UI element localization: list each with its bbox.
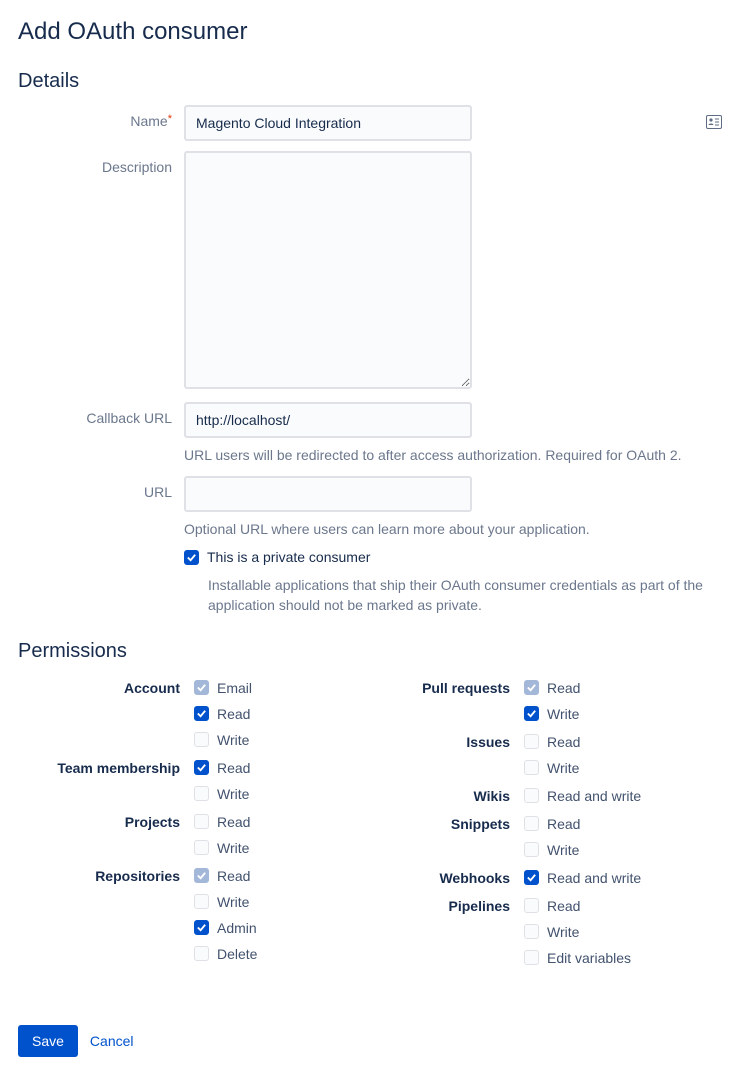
perm-group-label: Wikis: [348, 783, 524, 809]
perm-checkbox[interactable]: [524, 898, 539, 913]
perm-group-label: Issues: [348, 729, 524, 781]
description-textarea[interactable]: [184, 151, 472, 389]
description-label: Description: [18, 151, 184, 392]
callback-url-input[interactable]: [184, 402, 472, 438]
perm-checkbox[interactable]: [194, 920, 209, 935]
perm-checkbox[interactable]: [524, 706, 539, 721]
page-title: Add OAuth consumer: [18, 18, 732, 46]
perm-option-label: Read: [547, 734, 580, 750]
perm-option-label: Write: [217, 840, 249, 856]
perm-checkbox[interactable]: [524, 734, 539, 749]
perm-option-label: Read: [217, 814, 250, 830]
url-input[interactable]: [184, 476, 472, 512]
perm-group-label: Projects: [18, 809, 194, 861]
perm-option-label: Write: [547, 924, 579, 940]
perm-checkbox[interactable]: [524, 924, 539, 939]
private-consumer-help: Installable applications that ship their…: [208, 575, 732, 616]
perm-group-label: Pipelines: [348, 893, 524, 971]
perm-option-label: Write: [217, 732, 249, 748]
perm-option-label: Read: [547, 898, 580, 914]
perm-option-label: Write: [217, 786, 249, 802]
perm-group-label: Team membership: [18, 755, 194, 807]
perm-checkbox[interactable]: [524, 760, 539, 775]
perm-checkbox[interactable]: [524, 950, 539, 965]
private-consumer-checkbox[interactable]: [184, 550, 199, 565]
perm-option-label: Write: [547, 706, 579, 722]
url-help: Optional URL where users can learn more …: [184, 520, 732, 540]
section-details: Details: [18, 70, 732, 93]
perm-group-label: Account: [18, 675, 194, 753]
perm-checkbox[interactable]: [524, 870, 539, 885]
perm-group-label: Snippets: [348, 811, 524, 863]
perm-checkbox: [194, 868, 209, 883]
perm-option-label: Delete: [217, 946, 257, 962]
perm-group-label: Pull requests: [348, 675, 524, 727]
perm-option-label: Read and write: [547, 870, 641, 886]
perm-checkbox: [194, 680, 209, 695]
perm-checkbox[interactable]: [194, 946, 209, 961]
perm-option-label: Edit variables: [547, 950, 631, 966]
callback-url-label: Callback URL: [18, 402, 184, 466]
perm-checkbox[interactable]: [524, 788, 539, 803]
perm-checkbox[interactable]: [194, 786, 209, 801]
perm-checkbox[interactable]: [524, 816, 539, 831]
perm-option-label: Write: [547, 842, 579, 858]
perm-group-label: Webhooks: [348, 865, 524, 891]
perm-option-label: Read: [217, 760, 250, 776]
perm-checkbox: [524, 680, 539, 695]
perm-option-label: Write: [547, 760, 579, 776]
perm-option-label: Read: [217, 706, 250, 722]
name-input[interactable]: [184, 105, 472, 141]
perm-option-label: Read: [217, 868, 250, 884]
perm-checkbox[interactable]: [194, 840, 209, 855]
callback-url-help: URL users will be redirected to after ac…: [184, 446, 732, 466]
perm-option-label: Write: [217, 894, 249, 910]
perm-option-label: Admin: [217, 920, 257, 936]
perm-option-label: Email: [217, 680, 252, 696]
perm-checkbox[interactable]: [194, 814, 209, 829]
save-button[interactable]: Save: [18, 1025, 78, 1057]
perm-option-label: Read: [547, 680, 580, 696]
perm-checkbox[interactable]: [194, 732, 209, 747]
perm-group-label: Repositories: [18, 863, 194, 967]
perm-checkbox[interactable]: [194, 760, 209, 775]
contact-card-icon: [706, 115, 722, 129]
cancel-link[interactable]: Cancel: [90, 1033, 134, 1049]
perm-checkbox[interactable]: [194, 706, 209, 721]
perm-checkbox[interactable]: [194, 894, 209, 909]
perm-option-label: Read: [547, 816, 580, 832]
perm-checkbox[interactable]: [524, 842, 539, 857]
section-permissions: Permissions: [18, 640, 732, 663]
name-label: Name*: [18, 105, 184, 141]
url-label: URL: [18, 476, 184, 540]
private-consumer-label: This is a private consumer: [207, 549, 370, 565]
perm-option-label: Read and write: [547, 788, 641, 804]
